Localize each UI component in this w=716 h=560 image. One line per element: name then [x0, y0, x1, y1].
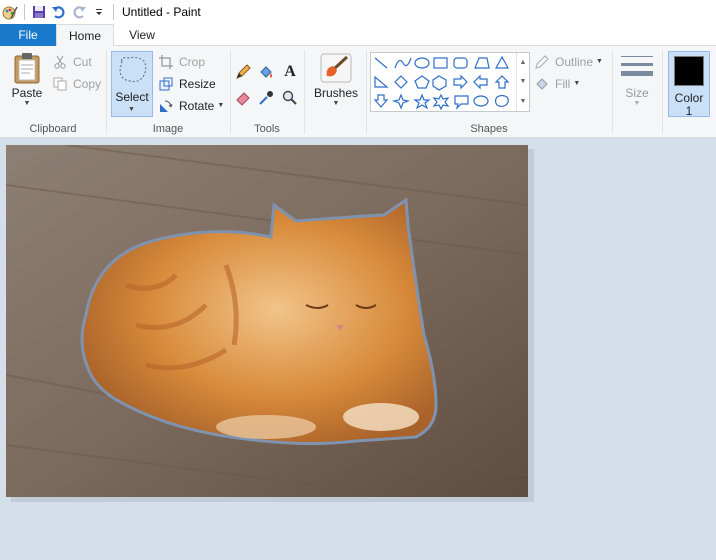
shapes-gallery-scroll[interactable]: ▲ ▼ ▼ — [516, 53, 529, 111]
pencil-icon — [235, 64, 251, 80]
tab-view[interactable]: View — [116, 24, 168, 46]
paste-label: Paste — [11, 86, 43, 100]
size-button[interactable]: Size ▼ — [618, 52, 656, 108]
eraser-icon — [235, 90, 251, 106]
paste-dropdown-icon: ▼ — [23, 100, 31, 107]
rotate-dropdown-icon: ▼ — [217, 102, 225, 109]
shapes-grid-icon — [373, 55, 510, 111]
fill-label: Fill — [555, 77, 571, 91]
color1-label: Color — [674, 91, 704, 105]
tools-group-label: Tools — [254, 123, 280, 135]
clipboard-group: Paste ▼ Cut Copy Clipboard — [0, 46, 106, 138]
paint-bucket-icon — [258, 64, 274, 80]
eraser-tool[interactable] — [235, 88, 256, 108]
group-separator — [304, 50, 305, 134]
shapes-group-label: Shapes — [470, 123, 508, 135]
rotate-icon — [158, 98, 174, 114]
undo-icon[interactable] — [49, 2, 69, 22]
select-label: Select — [115, 90, 149, 104]
color-picker-tool[interactable] — [258, 88, 279, 108]
redo-icon[interactable] — [69, 2, 89, 22]
tab-home[interactable]: Home — [56, 24, 114, 47]
text-a-icon: A — [284, 63, 296, 80]
fill-tool[interactable] — [258, 62, 279, 82]
paste-button[interactable]: Paste ▼ — [8, 52, 46, 108]
text-tool[interactable]: A — [282, 62, 303, 82]
brushes-button[interactable]: Brushes ▼ — [310, 52, 362, 108]
magnifier-icon — [282, 90, 298, 106]
scroll-down-icon[interactable]: ▼ — [520, 78, 527, 85]
canvas-workspace[interactable] — [0, 139, 716, 560]
cat-photo — [6, 145, 528, 497]
rotate-label: Rotate — [179, 99, 215, 113]
title-bar: Untitled - Paint — [0, 0, 716, 24]
cut-label: Cut — [73, 55, 92, 69]
crop-icon — [158, 54, 174, 70]
brushes-dropdown-icon: ▼ — [332, 100, 340, 107]
color1-swatch — [674, 56, 704, 86]
customize-qa-chevron-icon[interactable] — [89, 2, 109, 22]
clipboard-icon — [14, 53, 40, 84]
save-icon[interactable] — [29, 2, 49, 22]
pencil-tool[interactable] — [235, 62, 256, 82]
scissors-icon — [52, 54, 68, 70]
copy-button[interactable]: Copy — [52, 74, 101, 94]
outline-button[interactable]: Outline ▼ — [534, 52, 603, 72]
crop-label: Crop — [179, 55, 206, 69]
copy-label: Copy — [73, 77, 102, 91]
outline-dropdown-icon: ▼ — [596, 58, 603, 65]
tab-file[interactable]: File — [0, 24, 56, 46]
rotate-button[interactable]: Rotate ▼ — [158, 96, 224, 116]
ribbon-tabs: File Home View — [0, 24, 716, 47]
qa-separator — [24, 4, 25, 20]
group-separator — [612, 50, 613, 134]
fill-button[interactable]: Fill ▼ — [534, 74, 580, 94]
outline-icon — [534, 54, 550, 70]
cut-button[interactable]: Cut — [52, 52, 92, 72]
free-form-select-icon — [119, 56, 147, 82]
line-size-icon — [621, 56, 653, 76]
window-title: Untitled - Paint — [122, 5, 201, 19]
fill-icon — [534, 76, 550, 92]
drawing-canvas[interactable] — [6, 145, 528, 497]
size-label: Size — [625, 86, 649, 100]
copy-icon — [52, 76, 68, 92]
paint-app-icon[interactable] — [0, 2, 20, 22]
shapes-gallery[interactable]: ▲ ▼ ▼ — [370, 52, 530, 112]
color1-button[interactable]: Color 1 — [668, 51, 710, 118]
outline-label: Outline — [555, 55, 594, 69]
resize-label: Resize — [179, 77, 216, 91]
qa-separator — [113, 4, 114, 20]
fill-dropdown-icon: ▼ — [573, 80, 581, 87]
group-separator — [662, 50, 663, 134]
ribbon-home: Paste ▼ Cut Copy Clipboard Image Select … — [0, 46, 716, 138]
image-group-label: Image — [152, 123, 184, 135]
gallery-expand-icon[interactable]: ▼ — [520, 98, 527, 105]
brushes-label: Brushes — [313, 86, 359, 100]
crop-button[interactable]: Crop — [158, 52, 205, 72]
resize-button[interactable]: Resize — [158, 74, 216, 94]
quick-access-toolbar — [0, 0, 118, 24]
clipboard-group-label: Clipboard — [29, 123, 77, 135]
resize-icon — [158, 76, 174, 92]
select-button[interactable]: Select ▼ — [111, 51, 153, 117]
scroll-up-icon[interactable]: ▲ — [520, 59, 527, 66]
brush-icon — [320, 53, 352, 83]
magnifier-tool[interactable] — [282, 88, 303, 108]
color1-number: 1 — [685, 104, 693, 118]
select-dropdown-icon: ▼ — [128, 106, 135, 113]
tools-group: A Tools — [230, 46, 304, 138]
eyedropper-icon — [258, 90, 274, 106]
size-dropdown-icon: ▼ — [633, 100, 641, 107]
